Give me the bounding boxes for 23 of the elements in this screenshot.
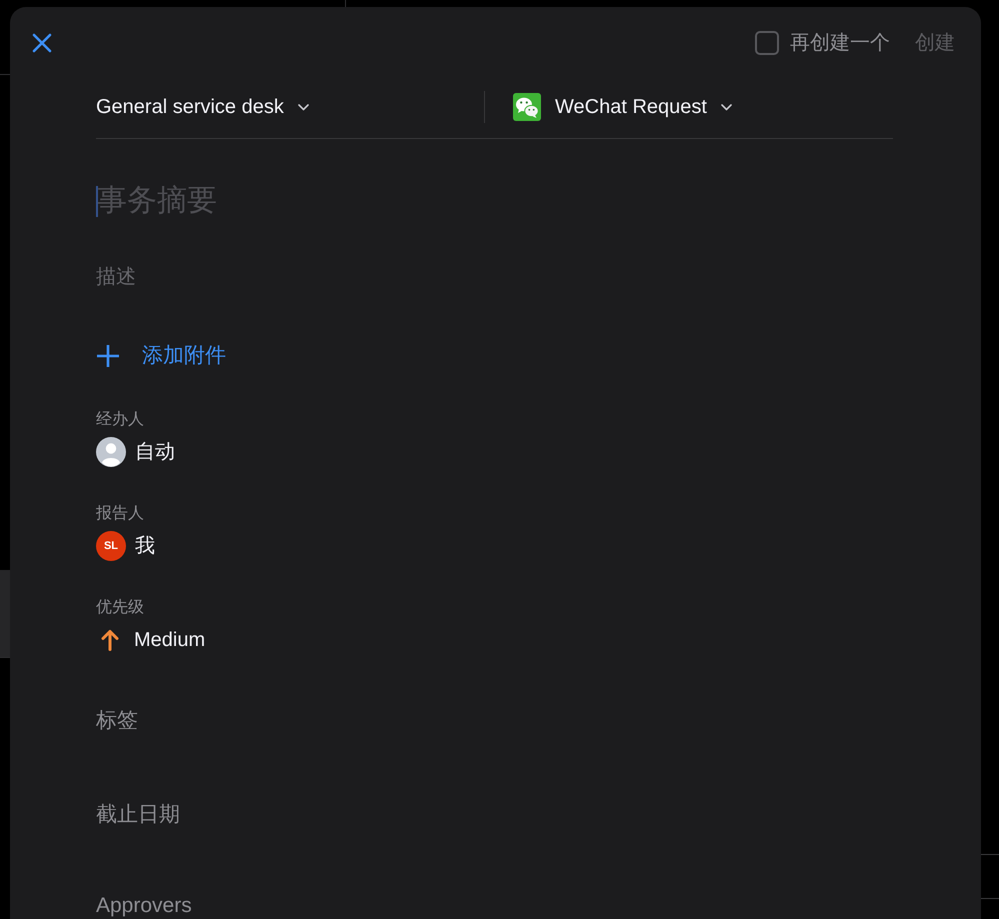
user-picker[interactable]: 自动	[96, 437, 175, 467]
description-field[interactable]: 描述	[96, 263, 893, 291]
chat-bubbles-icon	[513, 93, 541, 121]
request-type-dropdown[interactable]: WeChat Request	[513, 87, 732, 127]
project-dropdown[interactable]: General service desk	[96, 87, 309, 127]
priority-picker[interactable]: Medium	[96, 625, 206, 655]
form-field[interactable]: 截止日期	[96, 801, 180, 829]
add-attachment-button[interactable]: 添加附件	[96, 342, 226, 370]
checkbox[interactable]	[755, 31, 779, 55]
plus-icon	[96, 344, 120, 368]
user-silhouette-icon	[96, 437, 126, 467]
initials-avatar: SL	[96, 531, 126, 561]
chevron-down-icon	[720, 104, 732, 110]
arrow-up-icon	[101, 629, 119, 651]
close-icon[interactable]	[32, 33, 52, 53]
user-picker[interactable]: SL 我	[96, 531, 155, 561]
field-label: 经办人	[96, 410, 144, 430]
form-field[interactable]: 标签	[96, 707, 138, 735]
field-label: 优先级	[96, 598, 144, 618]
field-label: 报告人	[96, 504, 144, 524]
checkbox-label: 再创建一个	[790, 31, 890, 56]
chevron-down-icon	[298, 104, 309, 110]
form-field[interactable]: Approvers	[96, 895, 192, 917]
